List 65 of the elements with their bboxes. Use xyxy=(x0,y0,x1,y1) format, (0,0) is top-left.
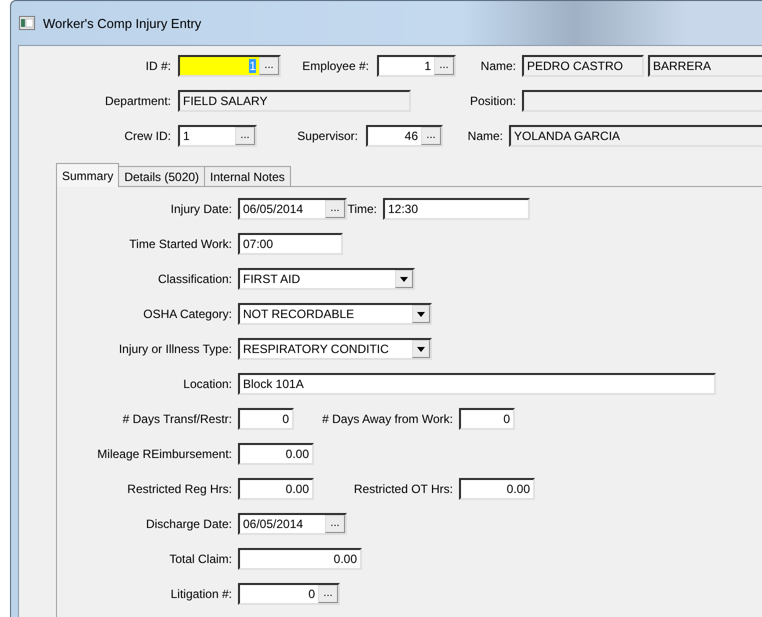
input-field[interactable]: 0.00 xyxy=(238,478,314,500)
readonly-field[interactable]: PEDRO CASTRO xyxy=(522,55,644,77)
dropdown-button[interactable] xyxy=(412,340,430,358)
browse-button[interactable]: ... xyxy=(318,585,338,603)
field-label: Discharge Date: xyxy=(144,517,232,531)
field-label: # Days Transf/Restr: xyxy=(122,412,232,426)
field-label: Mileage REimbursement: xyxy=(96,447,232,461)
window-title: Worker's Comp Injury Entry xyxy=(43,16,202,30)
tab[interactable]: Details (5020) xyxy=(118,166,206,187)
tab[interactable]: Internal Notes xyxy=(204,166,291,187)
readonly-field[interactable]: YOLANDA GARCIA xyxy=(509,125,762,147)
input-field[interactable]: Block 101A xyxy=(238,373,716,395)
readonly-field[interactable]: BARRERA xyxy=(648,55,762,77)
dropdown-arrow-icon xyxy=(417,312,425,316)
field-label: Employee #: xyxy=(301,59,369,73)
input-field[interactable]: 06/05/2014 ... xyxy=(238,198,347,220)
input-field[interactable]: 1 ... xyxy=(178,125,257,147)
field-label: # Days Away from Work: xyxy=(321,412,453,426)
dropdown-field[interactable]: RESPIRATORY CONDITIC xyxy=(238,338,432,360)
input-field[interactable]: 0.00 xyxy=(238,443,314,465)
browse-button[interactable]: ... xyxy=(259,57,279,75)
field-label: Litigation #: xyxy=(170,587,232,601)
dropdown-field[interactable]: FIRST AID xyxy=(238,268,415,290)
field-label: Location: xyxy=(182,377,232,391)
field-label: Restricted OT Hrs: xyxy=(352,482,453,496)
browse-button[interactable]: ... xyxy=(325,200,345,218)
field-label: Department: xyxy=(104,94,171,108)
input-field[interactable]: 1 ... xyxy=(178,55,281,77)
field-label: Crew ID: xyxy=(123,129,171,143)
dropdown-field[interactable]: NOT RECORDABLE xyxy=(238,303,432,325)
input-field[interactable]: 0 xyxy=(459,408,515,430)
field-label: ID #: xyxy=(144,59,171,73)
input-field[interactable]: 1 ... xyxy=(377,55,456,77)
field-label: Name: xyxy=(480,59,516,73)
field-label: Name: xyxy=(466,129,503,143)
tab[interactable]: Summary xyxy=(56,163,120,187)
readonly-field[interactable] xyxy=(522,90,762,112)
input-field[interactable]: 06/05/2014 ... xyxy=(238,513,347,535)
field-label: Time Started Work: xyxy=(128,237,232,251)
dropdown-arrow-icon xyxy=(417,346,425,352)
dropdown-button[interactable] xyxy=(395,270,413,288)
field-label: Supervisor: xyxy=(296,129,358,143)
browse-button[interactable]: ... xyxy=(325,515,345,533)
field-label: OSHA Category: xyxy=(142,307,232,321)
field-label: Classification: xyxy=(156,272,232,286)
input-field[interactable]: 07:00 xyxy=(238,233,343,255)
input-field[interactable]: 0 ... xyxy=(238,583,340,605)
browse-button[interactable]: ... xyxy=(235,127,255,145)
field-label: Injury Date: xyxy=(170,202,232,216)
browse-button[interactable]: ... xyxy=(421,127,441,145)
field-label: Total Claim: xyxy=(168,552,232,566)
input-field[interactable]: 46 ... xyxy=(366,125,443,147)
browse-button[interactable]: ... xyxy=(434,57,454,75)
dropdown-arrow-icon xyxy=(400,276,408,282)
window-icon xyxy=(19,16,35,30)
input-field[interactable]: 12:30 xyxy=(383,198,530,220)
input-field[interactable]: 0.00 xyxy=(459,478,535,500)
dropdown-button[interactable] xyxy=(412,305,430,323)
readonly-field[interactable]: FIELD SALARY xyxy=(178,90,411,112)
input-field[interactable]: 0.00 xyxy=(238,548,362,570)
field-label: Restricted Reg Hrs: xyxy=(126,482,232,496)
field-label: Injury or Illness Type: xyxy=(118,342,232,356)
input-field[interactable]: 0 xyxy=(238,408,294,430)
field-label: Position: xyxy=(468,94,516,108)
field-label: Time: xyxy=(347,202,377,216)
